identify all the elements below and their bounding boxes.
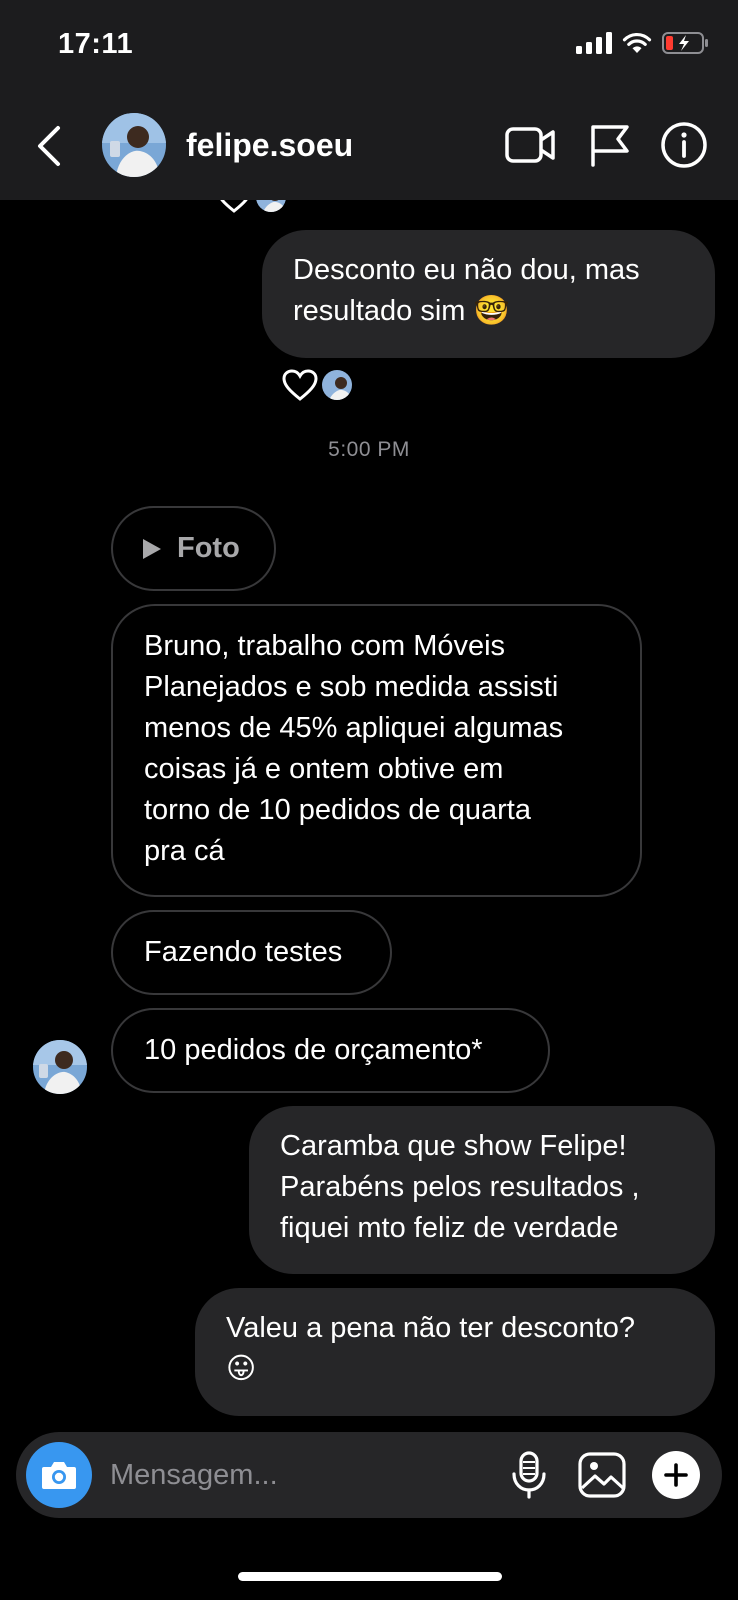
contact-username[interactable]: felipe.soeu [186, 127, 353, 164]
chat-header: felipe.soeu [0, 95, 738, 200]
more-options-button[interactable] [652, 1451, 700, 1499]
message-bubble-sent[interactable]: Valeu a pena não ter desconto? 😛 [195, 1288, 715, 1416]
message-text: Caramba que show Felipe! Parabéns pelos … [280, 1130, 640, 1244]
play-icon [143, 538, 161, 559]
plus-icon [664, 1463, 688, 1487]
message-text: 10 pedidos de orçamento* [144, 1034, 483, 1066]
message-bubble-sent[interactable]: Caramba que show Felipe! Parabéns pelos … [249, 1106, 715, 1274]
status-icons [576, 30, 710, 60]
message-text: Desconto eu não dou, mas resultado sim 🤓 [293, 254, 640, 327]
status-time: 17:11 [58, 28, 134, 60]
report-button[interactable] [584, 121, 636, 169]
dm-screen: 17:11 felipe.soeu Desconto eu não dou, m… [0, 0, 738, 1600]
camera-icon [42, 1462, 76, 1489]
photo-message[interactable]: Foto [111, 506, 276, 591]
message-bubble-sent[interactable]: Desconto eu não dou, mas resultado sim 🤓 [262, 230, 715, 358]
info-icon [661, 122, 707, 168]
message-composer [16, 1432, 722, 1518]
flag-icon [591, 125, 629, 167]
cellular-signal-icon [576, 31, 612, 59]
message-text: Valeu a pena não ter desconto? 😛 [226, 1312, 636, 1385]
message-text: Fazendo testes [144, 936, 343, 968]
message-bubble-received[interactable]: 10 pedidos de orçamento* [111, 1008, 550, 1093]
info-button[interactable] [658, 121, 710, 169]
microphone-icon [512, 1451, 546, 1499]
camera-button[interactable] [26, 1442, 92, 1508]
heart-icon [282, 369, 318, 401]
chevron-left-icon [38, 126, 60, 166]
home-indicator[interactable] [238, 1572, 502, 1581]
message-reaction[interactable] [282, 368, 354, 402]
battery-icon [662, 31, 710, 60]
photo-message-label: Foto [177, 532, 240, 564]
sender-avatar[interactable] [33, 1040, 87, 1094]
reaction-avatar [320, 368, 354, 402]
image-icon [578, 1452, 626, 1498]
contact-avatar[interactable] [102, 113, 166, 177]
video-camera-icon [505, 127, 555, 163]
message-timestamp: 5:00 PM [328, 438, 410, 461]
status-bar: 17:11 [0, 0, 738, 95]
message-text: Bruno, trabalho com Móveis Planejados e … [144, 630, 564, 867]
voice-message-button[interactable] [504, 1450, 554, 1500]
video-call-button[interactable] [504, 121, 556, 169]
gallery-button[interactable] [577, 1450, 627, 1500]
back-button[interactable] [30, 123, 70, 169]
message-bubble-received[interactable]: Bruno, trabalho com Móveis Planejados e … [111, 604, 642, 897]
wifi-icon [622, 32, 652, 59]
message-input[interactable] [110, 1454, 470, 1496]
message-bubble-received[interactable]: Fazendo testes [111, 910, 392, 995]
